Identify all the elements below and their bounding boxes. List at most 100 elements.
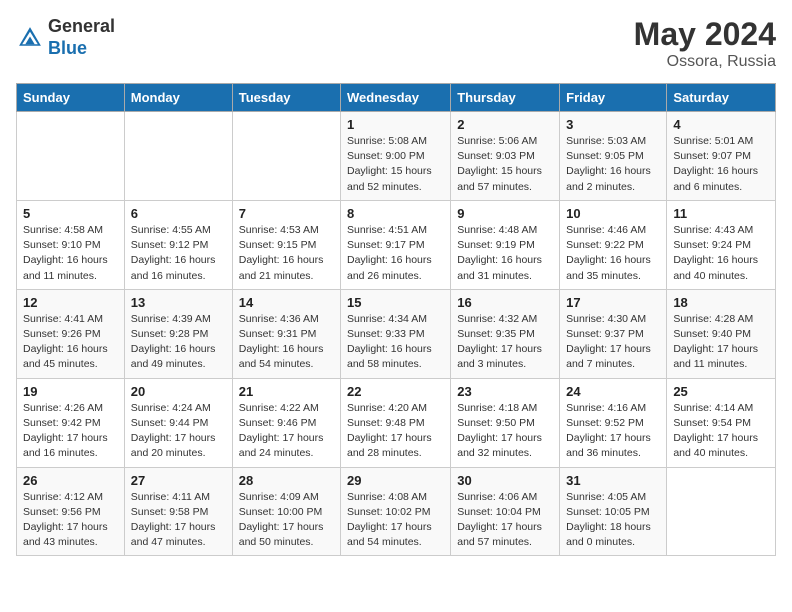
calendar-day-cell: 7Sunrise: 4:53 AM Sunset: 9:15 PM Daylig… (232, 200, 340, 289)
calendar-day-cell: 27 Sunrise: 4:11 AM Sunset: 9:58 PM Dayli… (124, 467, 232, 556)
calendar-week-row: 19Sunrise: 4:26 AM Sunset: 9:42 PM Dayli… (17, 378, 776, 467)
day-number: 25 (673, 384, 769, 399)
day-info: Sunrise: 4:16 AM Sunset: 9:52 PM Dayligh… (566, 401, 660, 462)
calendar-day-cell: 21 Sunrise: 4:22 AM Sunset: 9:46 PM Dayli… (232, 378, 340, 467)
day-info: Sunrise: 4:14 AM Sunset: 9:54 PM Dayligh… (673, 401, 769, 462)
calendar-day-cell: 9 Sunrise: 4:48 AM Sunset: 9:19 PM Daylig… (451, 200, 560, 289)
day-number: 4 (673, 117, 769, 132)
day-info: Sunrise: 4:36 AM Sunset: 9:31 PM Dayligh… (239, 312, 334, 373)
day-number: 31 (566, 473, 660, 488)
day-number: 26 (23, 473, 118, 488)
day-info: Sunrise: 5:01 AM Sunset: 9:07 PM Dayligh… (673, 134, 769, 195)
day-info: Sunrise: 4:05 AM Sunset: 10:05 PM Daylig… (566, 490, 660, 551)
day-number: 22 (347, 384, 444, 399)
calendar-day-cell: 28 Sunrise: 4:09 AM Sunset: 10:00 PM Dayl… (232, 467, 340, 556)
weekday-header-cell: Tuesday (232, 84, 340, 112)
location-subtitle: Ossora, Russia (634, 53, 776, 71)
calendar-day-cell: 10Sunrise: 4:46 AM Sunset: 9:22 PM Dayli… (560, 200, 667, 289)
calendar-day-cell (124, 112, 232, 201)
day-info: Sunrise: 4:39 AM Sunset: 9:28 PM Dayligh… (131, 312, 226, 373)
calendar-day-cell: 20 Sunrise: 4:24 AM Sunset: 9:44 PM Dayli… (124, 378, 232, 467)
day-number: 12 (23, 295, 118, 310)
day-info: Sunrise: 4:53 AM Sunset: 9:15 PM Dayligh… (239, 223, 334, 284)
calendar-day-cell: 15Sunrise: 4:34 AM Sunset: 9:33 PM Dayli… (341, 289, 451, 378)
month-year-title: May 2024 (634, 16, 776, 53)
day-number: 1 (347, 117, 444, 132)
logo-blue-text: Blue (48, 38, 115, 60)
calendar-day-cell: 26Sunrise: 4:12 AM Sunset: 9:56 PM Dayli… (17, 467, 125, 556)
calendar-day-cell: 2 Sunrise: 5:06 AM Sunset: 9:03 PM Daylig… (451, 112, 560, 201)
title-block: May 2024 Ossora, Russia (634, 16, 776, 71)
day-info: Sunrise: 4:22 AM Sunset: 9:46 PM Dayligh… (239, 401, 334, 462)
calendar-day-cell: 14 Sunrise: 4:36 AM Sunset: 9:31 PM Dayli… (232, 289, 340, 378)
calendar-day-cell (667, 467, 776, 556)
day-number: 16 (457, 295, 553, 310)
calendar-day-cell: 12 Sunrise: 4:41 AM Sunset: 9:26 PM Dayli… (17, 289, 125, 378)
calendar-day-cell: 1 Sunrise: 5:08 AM Sunset: 9:00 PM Daylig… (341, 112, 451, 201)
calendar-day-cell: 4 Sunrise: 5:01 AM Sunset: 9:07 PM Daylig… (667, 112, 776, 201)
calendar-week-row: 26Sunrise: 4:12 AM Sunset: 9:56 PM Dayli… (17, 467, 776, 556)
day-info: Sunrise: 4:18 AM Sunset: 9:50 PM Dayligh… (457, 401, 553, 462)
weekday-header-cell: Friday (560, 84, 667, 112)
day-info: Sunrise: 4:24 AM Sunset: 9:44 PM Dayligh… (131, 401, 226, 462)
weekday-header-cell: Sunday (17, 84, 125, 112)
logo: General Blue (16, 16, 115, 59)
day-number: 23 (457, 384, 553, 399)
day-info: Sunrise: 4:34 AM Sunset: 9:33 PM Dayligh… (347, 312, 444, 373)
calendar-day-cell: 8 Sunrise: 4:51 AM Sunset: 9:17 PM Daylig… (341, 200, 451, 289)
day-info: Sunrise: 4:48 AM Sunset: 9:19 PM Dayligh… (457, 223, 553, 284)
day-number: 3 (566, 117, 660, 132)
day-number: 20 (131, 384, 226, 399)
calendar-day-cell: 22 Sunrise: 4:20 AM Sunset: 9:48 PM Dayli… (341, 378, 451, 467)
day-info: Sunrise: 4:09 AM Sunset: 10:00 PM Daylig… (239, 490, 334, 551)
day-info: Sunrise: 4:11 AM Sunset: 9:58 PM Dayligh… (131, 490, 226, 551)
calendar-day-cell (232, 112, 340, 201)
calendar-day-cell: 25 Sunrise: 4:14 AM Sunset: 9:54 PM Dayli… (667, 378, 776, 467)
day-info: Sunrise: 4:43 AM Sunset: 9:24 PM Dayligh… (673, 223, 769, 284)
calendar-day-cell: 13Sunrise: 4:39 AM Sunset: 9:28 PM Dayli… (124, 289, 232, 378)
day-number: 5 (23, 206, 118, 221)
day-info: Sunrise: 5:06 AM Sunset: 9:03 PM Dayligh… (457, 134, 553, 195)
day-number: 30 (457, 473, 553, 488)
day-info: Sunrise: 4:08 AM Sunset: 10:02 PM Daylig… (347, 490, 444, 551)
weekday-header-row: SundayMondayTuesdayWednesdayThursdayFrid… (17, 84, 776, 112)
logo-icon (16, 24, 44, 52)
calendar-day-cell: 6Sunrise: 4:55 AM Sunset: 9:12 PM Daylig… (124, 200, 232, 289)
day-info: Sunrise: 4:20 AM Sunset: 9:48 PM Dayligh… (347, 401, 444, 462)
day-number: 24 (566, 384, 660, 399)
weekday-header-cell: Wednesday (341, 84, 451, 112)
day-info: Sunrise: 5:08 AM Sunset: 9:00 PM Dayligh… (347, 134, 444, 195)
calendar-day-cell: 5Sunrise: 4:58 AM Sunset: 9:10 PM Daylig… (17, 200, 125, 289)
day-number: 27 (131, 473, 226, 488)
calendar-day-cell (17, 112, 125, 201)
calendar-week-row: 12 Sunrise: 4:41 AM Sunset: 9:26 PM Dayli… (17, 289, 776, 378)
day-info: Sunrise: 4:06 AM Sunset: 10:04 PM Daylig… (457, 490, 553, 551)
weekday-header-cell: Saturday (667, 84, 776, 112)
calendar-day-cell: 17 Sunrise: 4:30 AM Sunset: 9:37 PM Dayli… (560, 289, 667, 378)
day-number: 9 (457, 206, 553, 221)
day-number: 21 (239, 384, 334, 399)
day-number: 28 (239, 473, 334, 488)
day-info: Sunrise: 4:28 AM Sunset: 9:40 PM Dayligh… (673, 312, 769, 373)
day-info: Sunrise: 4:30 AM Sunset: 9:37 PM Dayligh… (566, 312, 660, 373)
calendar-day-cell: 30 Sunrise: 4:06 AM Sunset: 10:04 PM Dayl… (451, 467, 560, 556)
calendar-day-cell: 16 Sunrise: 4:32 AM Sunset: 9:35 PM Dayli… (451, 289, 560, 378)
day-number: 17 (566, 295, 660, 310)
day-number: 10 (566, 206, 660, 221)
calendar-day-cell: 29 Sunrise: 4:08 AM Sunset: 10:02 PM Dayl… (341, 467, 451, 556)
day-info: Sunrise: 4:55 AM Sunset: 9:12 PM Dayligh… (131, 223, 226, 284)
logo-general-text: General (48, 16, 115, 38)
day-number: 8 (347, 206, 444, 221)
day-number: 29 (347, 473, 444, 488)
calendar-week-row: 1 Sunrise: 5:08 AM Sunset: 9:00 PM Daylig… (17, 112, 776, 201)
day-info: Sunrise: 4:32 AM Sunset: 9:35 PM Dayligh… (457, 312, 553, 373)
day-info: Sunrise: 4:51 AM Sunset: 9:17 PM Dayligh… (347, 223, 444, 284)
day-number: 14 (239, 295, 334, 310)
day-number: 19 (23, 384, 118, 399)
calendar-table: SundayMondayTuesdayWednesdayThursdayFrid… (16, 83, 776, 556)
day-number: 2 (457, 117, 553, 132)
day-info: Sunrise: 4:41 AM Sunset: 9:26 PM Dayligh… (23, 312, 118, 373)
calendar-day-cell: 23 Sunrise: 4:18 AM Sunset: 9:50 PM Dayli… (451, 378, 560, 467)
calendar-day-cell: 24 Sunrise: 4:16 AM Sunset: 9:52 PM Dayli… (560, 378, 667, 467)
day-number: 18 (673, 295, 769, 310)
